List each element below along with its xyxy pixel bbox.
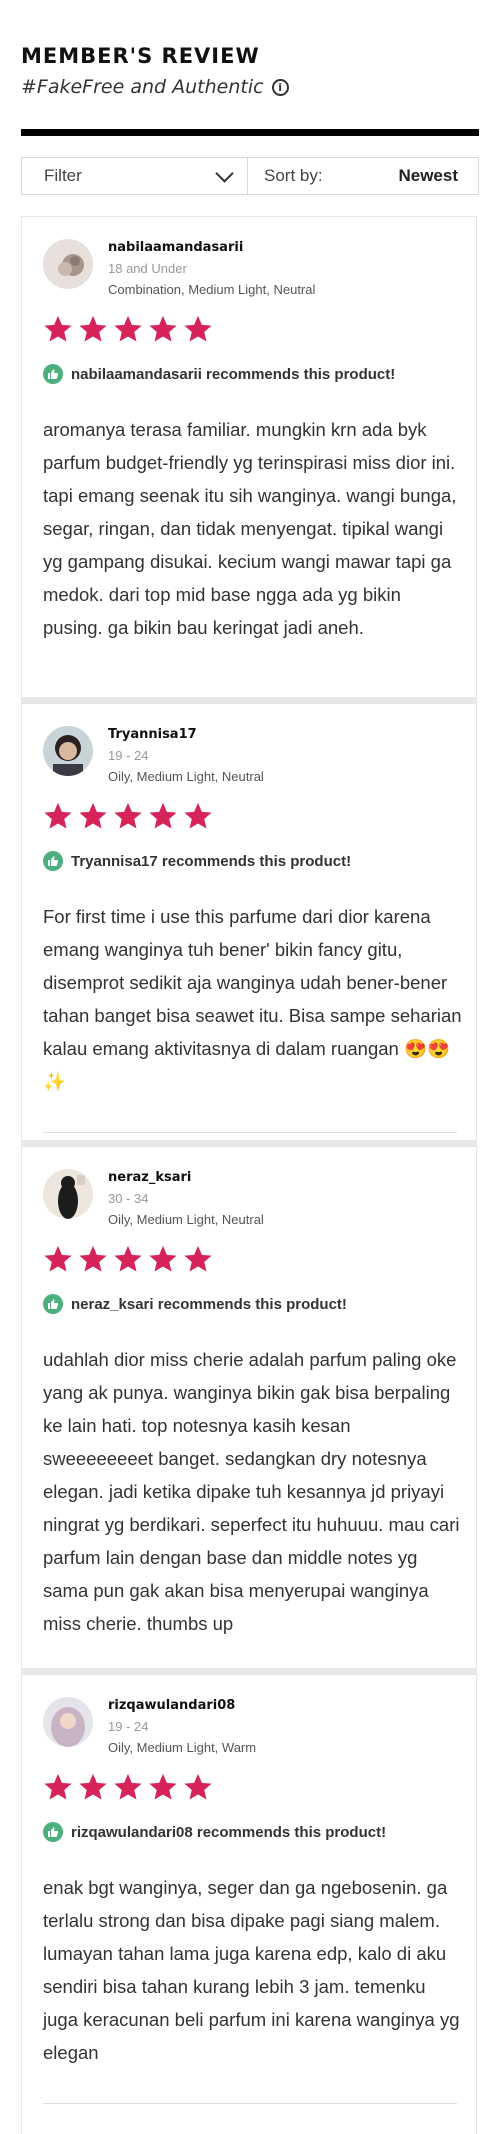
- reviewer-age: 30 - 34: [108, 1191, 149, 1206]
- star-icon: [114, 315, 142, 342]
- star-rating: [43, 1772, 213, 1802]
- star-icon: [149, 1773, 177, 1800]
- review-header: MEMBER'S REVIEW #FakeFree and Authentic …: [21, 44, 479, 98]
- star-icon: [79, 1773, 107, 1800]
- review-text: udahlah dior miss cherie adalah parfum p…: [43, 1349, 460, 1634]
- star-icon: [114, 1773, 142, 1800]
- avatar[interactable]: [43, 1697, 93, 1747]
- reviewer-age: 18 and Under: [108, 261, 187, 276]
- chevron-down-icon: [215, 163, 234, 183]
- star-rating: [43, 801, 213, 831]
- sort-value: Newest: [398, 166, 458, 185]
- subtitle: #FakeFree and Authentic i: [21, 76, 479, 98]
- star-icon: [149, 802, 177, 829]
- review-divider: [43, 2103, 457, 2104]
- header-divider: [21, 129, 479, 136]
- star-icon: [184, 1245, 212, 1272]
- thumbs-up-icon: [43, 1294, 63, 1314]
- review-card: nabilaamandasarii 18 and Under Combinati…: [21, 216, 477, 703]
- review-card: neraz_ksari 30 - 34 Oily, Medium Light, …: [21, 1146, 477, 1674]
- reviewer-info: nabilaamandasarii 18 and Under Combinati…: [108, 240, 315, 297]
- reviewer-age: 19 - 24: [108, 1719, 149, 1734]
- reviewer-skin: Combination, Medium Light, Neutral: [108, 282, 316, 297]
- filter-label: Filter: [44, 166, 82, 185]
- star-icon: [79, 315, 107, 342]
- review-text: aromanya terasa familiar. mungkin krn ad…: [43, 419, 457, 638]
- reviewer-name[interactable]: Tryannisa17: [108, 727, 264, 742]
- reviewer-info: rizqawulandari08 19 - 24 Oily, Medium Li…: [108, 1698, 256, 1755]
- reviewer-info: Tryannisa17 19 - 24 Oily, Medium Light, …: [108, 727, 264, 784]
- reviewer-skin: Oily, Medium Light, Warm: [108, 1740, 257, 1755]
- filter-sort-bar: Filter Sort by: Newest: [21, 157, 479, 195]
- review-card: Tryannisa17 19 - 24 Oily, Medium Light, …: [21, 703, 477, 1146]
- reviewer-name[interactable]: nabilaamandasarii: [108, 240, 315, 255]
- subtitle-text: #FakeFree and Authentic: [21, 76, 264, 98]
- thumbs-up-icon: [43, 851, 63, 871]
- recommendation-text: neraz_ksari recommends this product!: [71, 1295, 347, 1313]
- page-title: MEMBER'S REVIEW: [21, 44, 260, 68]
- avatar[interactable]: [43, 1169, 93, 1219]
- review-card: rizqawulandari08 19 - 24 Oily, Medium Li…: [21, 1674, 477, 2134]
- avatar[interactable]: [43, 239, 93, 289]
- filter-dropdown[interactable]: Filter: [22, 158, 248, 194]
- review-divider: [43, 1132, 457, 1133]
- reviewer-age: 19 - 24: [108, 748, 149, 763]
- recommendation: neraz_ksari recommends this product!: [43, 1294, 347, 1314]
- star-icon: [44, 315, 72, 342]
- reviewer-info: neraz_ksari 30 - 34 Oily, Medium Light, …: [108, 1170, 264, 1227]
- review-text: enak bgt wanginya, seger dan ga ngebosen…: [43, 1877, 460, 2063]
- star-icon: [184, 802, 212, 829]
- reviewer-skin: Oily, Medium Light, Neutral: [108, 1212, 264, 1227]
- star-rating: [43, 1244, 213, 1274]
- star-icon: [149, 315, 177, 342]
- star-icon: [184, 315, 212, 342]
- star-rating: [43, 314, 213, 344]
- info-icon[interactable]: i: [271, 78, 289, 96]
- star-icon: [114, 1245, 142, 1272]
- star-icon: [44, 802, 72, 829]
- avatar[interactable]: [43, 726, 93, 776]
- star-icon: [149, 1245, 177, 1272]
- star-icon: [114, 802, 142, 829]
- star-icon: [44, 1773, 72, 1800]
- star-icon: [79, 802, 107, 829]
- recommendation-text: nabilaamandasarii recommends this produc…: [71, 365, 396, 383]
- reviewer-name[interactable]: neraz_ksari: [108, 1170, 264, 1185]
- recommendation: Tryannisa17 recommends this product!: [43, 851, 351, 871]
- reviewer-skin: Oily, Medium Light, Neutral: [108, 769, 264, 784]
- recommendation: nabilaamandasarii recommends this produc…: [43, 364, 395, 384]
- sort-label: Sort by:: [264, 166, 323, 185]
- thumbs-up-icon: [43, 364, 63, 384]
- recommendation: rizqawulandari08 recommends this product…: [43, 1822, 386, 1842]
- recommendation-text: Tryannisa17 recommends this product!: [71, 852, 352, 870]
- thumbs-up-icon: [43, 1822, 63, 1842]
- review-text: For first time i use this parfume dari d…: [43, 906, 462, 1092]
- star-icon: [44, 1245, 72, 1272]
- reviewer-name[interactable]: rizqawulandari08: [108, 1698, 256, 1713]
- star-icon: [79, 1245, 107, 1272]
- star-icon: [184, 1773, 212, 1800]
- recommendation-text: rizqawulandari08 recommends this product…: [71, 1823, 387, 1841]
- sort-dropdown[interactable]: Sort by: Newest: [248, 158, 478, 194]
